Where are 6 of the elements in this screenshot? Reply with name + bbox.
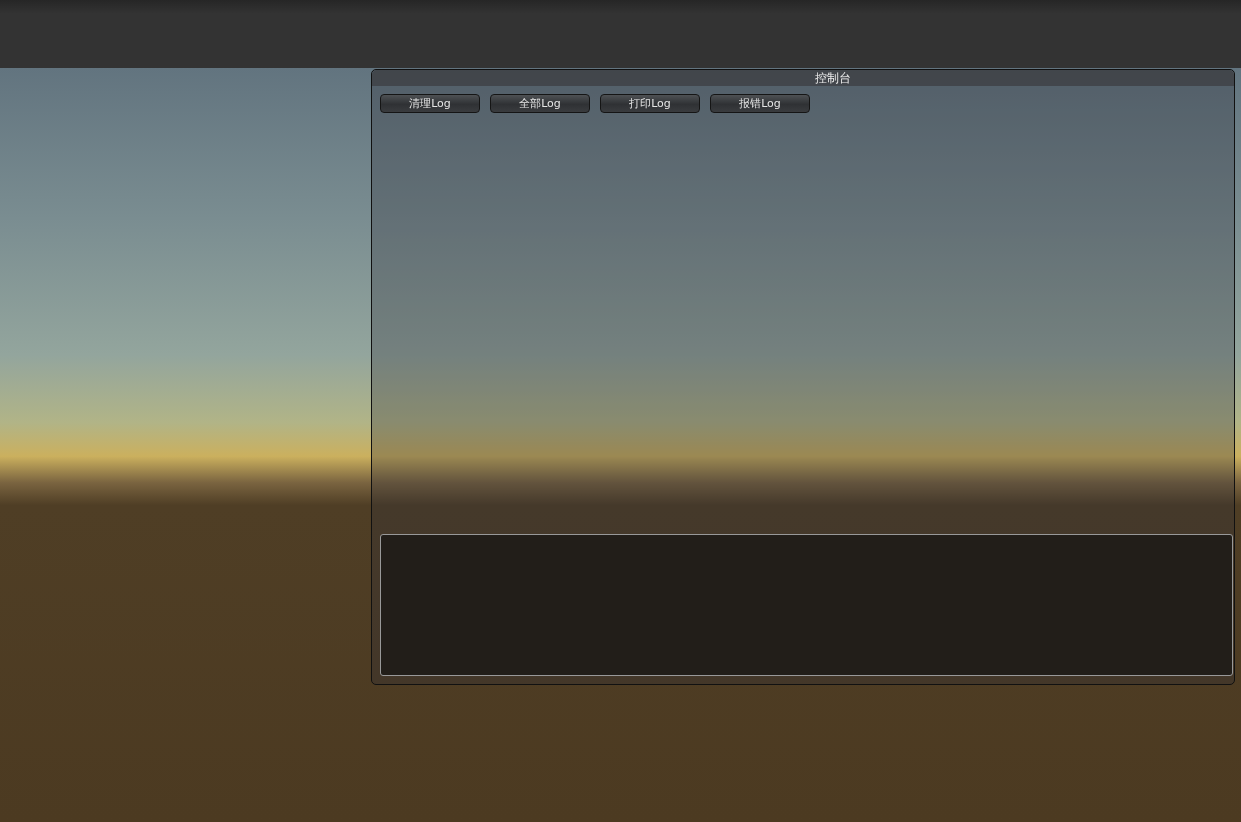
- log-button[interactable]: 清理Log: [380, 94, 480, 113]
- log-button[interactable]: 打印Log: [600, 94, 700, 113]
- log-button[interactable]: 全部Log: [490, 94, 590, 113]
- window-title: 控制台: [814, 69, 851, 87]
- log-text-field[interactable]: [380, 534, 1233, 676]
- log-button[interactable]: 报错Log: [710, 94, 810, 113]
